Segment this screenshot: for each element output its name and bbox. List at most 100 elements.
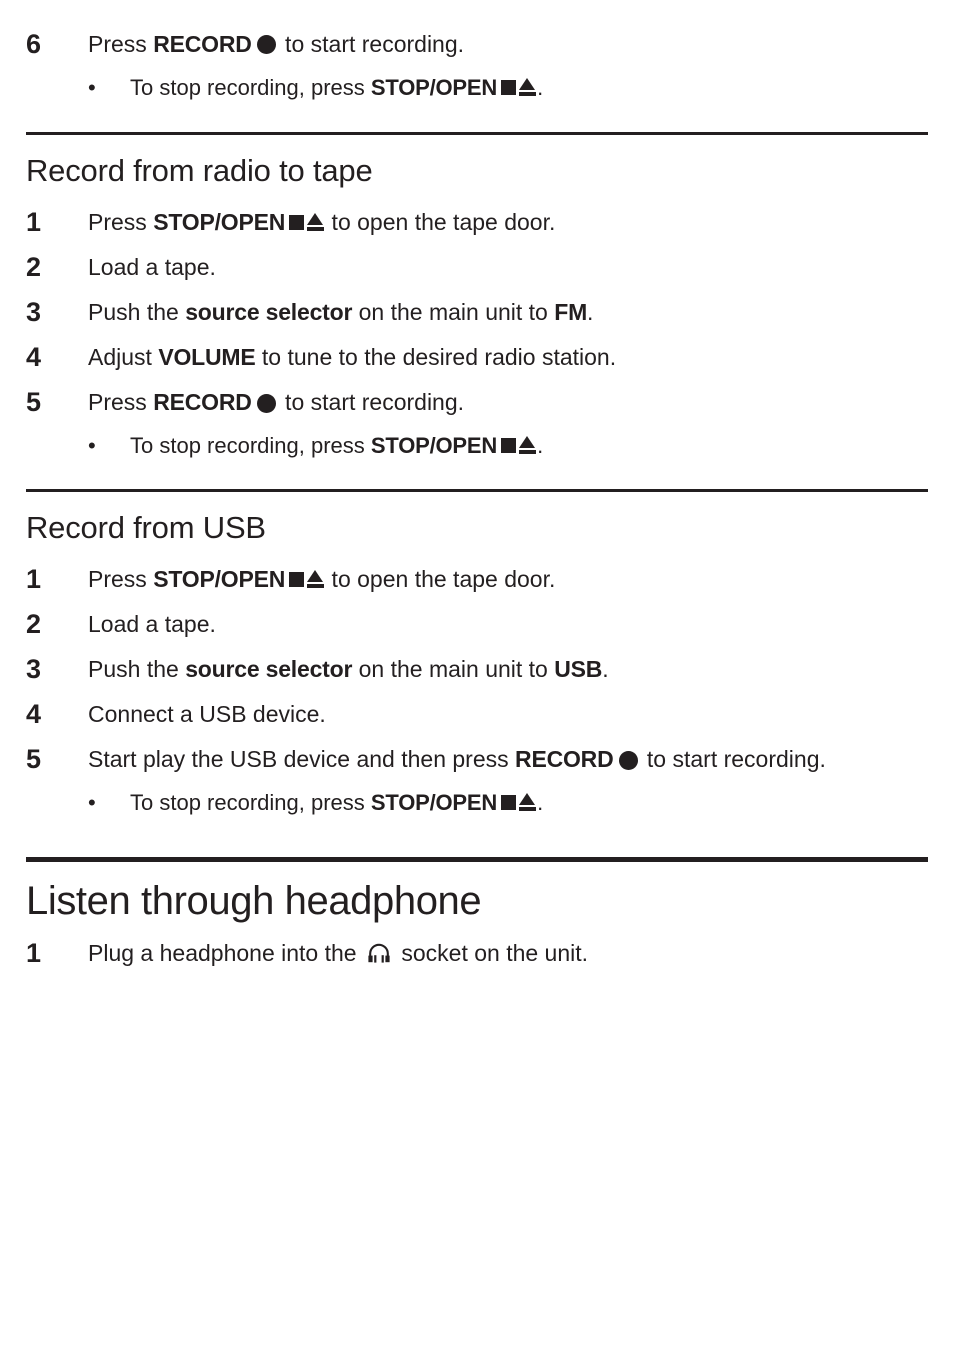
record-circle-icon <box>618 750 638 770</box>
bullet-text-plain: To stop recording, press <box>130 433 371 459</box>
step-text-plain: Load a tape. <box>88 254 216 281</box>
eject-triangle-icon <box>307 570 325 589</box>
step-row: 3 Push the source selector on the main u… <box>26 290 928 335</box>
record-label: RECORD <box>515 746 614 773</box>
step-text-plain: Press <box>88 31 154 57</box>
chapter-heading-headphone: Listen through headphone <box>26 879 482 924</box>
headphone-icon <box>367 943 391 963</box>
step-text-tail: to start recording. <box>278 389 465 416</box>
bullet-text-plain: To stop recording, press <box>130 790 371 816</box>
step-text-plain: Press <box>88 209 154 236</box>
record-circle-icon <box>256 393 276 413</box>
eject-triangle-icon <box>519 78 537 97</box>
bullet-marker: • <box>88 75 96 100</box>
step-row: 5 Press RECORD to start recording. <box>26 380 928 425</box>
step-text: Start play the USB device and then press… <box>88 737 928 782</box>
step-text: Push the source selector on the main uni… <box>88 647 928 692</box>
step-row: 2 Load a tape. <box>26 602 928 647</box>
step-row: 3 Push the source selector on the main u… <box>26 647 928 692</box>
step-row: 1 Press STOP/OPEN to open the tape door. <box>26 200 928 245</box>
step-text-mid: on the main unit to <box>352 299 555 326</box>
stop-square-icon <box>289 571 305 587</box>
step-text-tail: socket on the unit. <box>394 940 589 967</box>
step-text-plain: Adjust <box>88 344 159 371</box>
bullet-text-tail: . <box>537 790 544 816</box>
section-heading-usb: Record from USB <box>26 510 266 546</box>
stop-open-label: STOP/OPEN <box>153 209 286 236</box>
bullet-row: • To stop recording, press STOP/OPEN. <box>26 782 928 824</box>
bullet-text-plain: To stop recording, press <box>130 75 371 100</box>
step-text: Press STOP/OPEN to open the tape door. <box>88 200 928 245</box>
step-number: 5 <box>26 387 41 418</box>
step-text-tail: to open the tape door. <box>325 209 556 236</box>
step-number: 4 <box>26 342 41 373</box>
step-row: 5 Start play the USB device and then pre… <box>26 737 928 782</box>
record-label: RECORD <box>153 31 252 57</box>
manual-page: 6 Press RECORD to start recording. • To s… <box>0 0 954 1354</box>
stop-square-icon <box>501 794 517 810</box>
record-circle-icon <box>256 35 276 55</box>
usb-label: USB <box>554 656 603 683</box>
step-number: 4 <box>26 699 41 730</box>
step-text-tail: to open the tape door. <box>325 566 556 593</box>
bullet-text-tail: . <box>537 75 544 100</box>
step-text-tail: . <box>602 656 609 683</box>
step-text: Plug a headphone into the socket on the … <box>88 931 928 976</box>
step-text: Press RECORD to start recording. <box>88 380 928 425</box>
step-number: 2 <box>26 609 41 640</box>
bullet-marker: • <box>88 433 96 459</box>
stop-square-icon <box>289 214 305 230</box>
step-row: 1 Press STOP/OPEN to open the tape door. <box>26 557 928 602</box>
stop-open-label: STOP/OPEN <box>370 790 498 816</box>
step-number: 3 <box>26 654 41 685</box>
step-number: 6 <box>26 29 41 59</box>
source-selector-label: source selector <box>185 299 353 326</box>
stop-open-label: STOP/OPEN <box>370 433 498 459</box>
bullet-row: • To stop recording, press STOP/OPEN. <box>26 67 928 109</box>
source-selector-label: source selector <box>185 656 353 683</box>
step-text-tail: to start recording. <box>278 31 465 57</box>
step-text-plain: Load a tape. <box>88 611 216 638</box>
step-row: 6 Press RECORD to start recording. <box>26 22 928 67</box>
step-number: 1 <box>26 564 41 595</box>
stop-open-label: STOP/OPEN <box>370 75 498 100</box>
step-text: Load a tape. <box>88 602 928 647</box>
section-heading-radio: Record from radio to tape <box>26 153 373 188</box>
step-row: 1 Plug a headphone into the socket on th… <box>26 931 928 976</box>
step-text-mid: on the main unit to <box>352 656 555 683</box>
bullet-row: • To stop recording, press STOP/OPEN. <box>26 425 928 467</box>
step-text-plain: Push the <box>88 656 186 683</box>
stop-square-icon <box>501 437 517 453</box>
step-text-tail: to start recording. <box>640 746 826 773</box>
fm-label: FM <box>554 299 588 326</box>
step-number: 1 <box>26 207 41 238</box>
step-text: Connect a USB device. <box>88 692 928 737</box>
step-number: 2 <box>26 252 41 283</box>
step-text: Push the source selector on the main uni… <box>88 290 928 335</box>
step-row: 2 Load a tape. <box>26 245 928 290</box>
step-row: 4 Connect a USB device. <box>26 692 928 737</box>
step-text-tail: to tune to the desired radio station. <box>255 344 617 371</box>
step-number: 5 <box>26 744 41 775</box>
step-number: 1 <box>26 938 41 969</box>
step-text-plain: Push the <box>88 299 186 326</box>
step-text-plain: Plug a headphone into the <box>88 940 363 967</box>
stop-open-label: STOP/OPEN <box>153 566 286 593</box>
step-row: 4 Adjust VOLUME to tune to the desired r… <box>26 335 928 380</box>
volume-label: VOLUME <box>158 344 256 371</box>
step-text-plain: Press <box>88 566 154 593</box>
eject-triangle-icon <box>307 213 325 232</box>
step-text-tail: . <box>587 299 594 326</box>
step-text-plain: Start play the USB device and then press <box>88 746 516 773</box>
step-text: Press STOP/OPEN to open the tape door. <box>88 557 928 602</box>
step-text: Press RECORD to start recording. <box>88 22 928 67</box>
step-text-plain: Connect a USB device. <box>88 701 326 728</box>
eject-triangle-icon <box>519 793 537 812</box>
record-label: RECORD <box>153 389 252 416</box>
bullet-marker: • <box>88 790 96 816</box>
step-number: 3 <box>26 297 41 328</box>
step-text: Adjust VOLUME to tune to the desired rad… <box>88 335 928 380</box>
eject-triangle-icon <box>519 436 537 455</box>
step-text: Load a tape. <box>88 245 928 290</box>
bullet-text-tail: . <box>537 433 544 459</box>
